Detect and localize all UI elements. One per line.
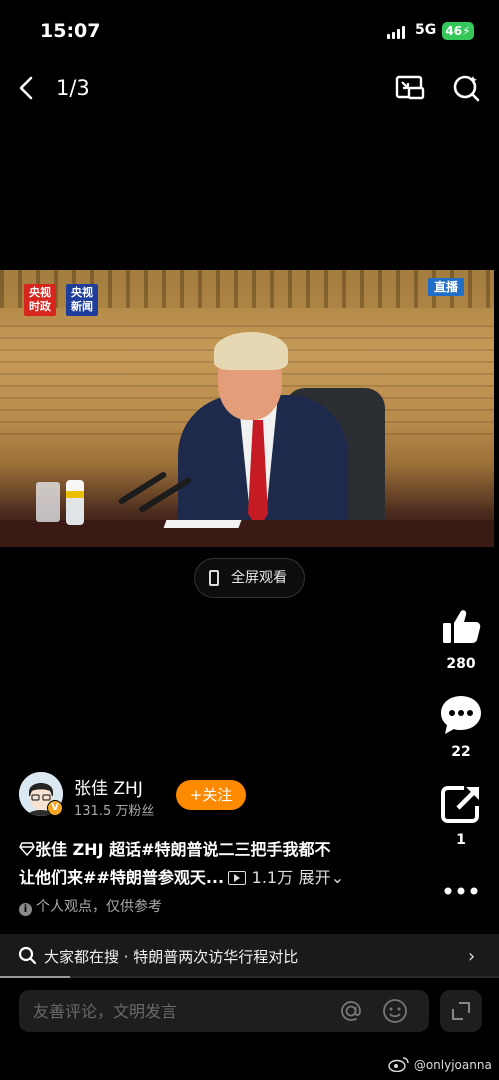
chevron-right-icon: ›	[468, 946, 476, 967]
progress-fill	[0, 976, 70, 978]
comment-bubble-icon	[441, 696, 481, 734]
battery-level: 46	[445, 24, 463, 38]
signal-icon	[387, 26, 409, 39]
weibo-logo-icon	[388, 1057, 409, 1073]
share-count: 1	[456, 832, 466, 848]
mention-icon[interactable]	[338, 998, 364, 1024]
live-badge: 直播	[428, 278, 464, 296]
video-progress-bar[interactable]	[0, 976, 499, 978]
disclaimer: i 个人观点，仅供参考	[19, 896, 162, 916]
status-time: 15:07	[40, 20, 101, 42]
like-count: 280	[446, 656, 476, 672]
fullscreen-label: 全屏观看	[231, 570, 287, 586]
follow-button[interactable]: +关注	[176, 780, 246, 810]
cctv-politics-logo: 央视 时政	[24, 284, 56, 316]
fullscreen-button[interactable]: 全屏观看	[194, 558, 305, 598]
like-button[interactable]: 280	[438, 606, 484, 672]
more-button[interactable]	[438, 878, 484, 908]
caption-text-2: 让他们来##特朗普参观天...	[19, 868, 225, 887]
thumbs-up-icon	[443, 610, 481, 643]
watermark-text: @onlyjoanna	[413, 1058, 492, 1072]
verified-badge: V	[47, 800, 63, 816]
comment-count: 22	[451, 744, 471, 760]
paper	[163, 520, 242, 528]
caption-text-1: 张佳 ZHJ 超话#特朗普说二三把手我都不	[35, 840, 331, 859]
speaker-hair	[214, 332, 288, 370]
expand-link[interactable]: 展开	[299, 868, 331, 887]
rotate-phone-icon	[209, 570, 219, 586]
chevron-down-icon: ⌄	[330, 868, 345, 887]
post-caption[interactable]: 张佳 ZHJ 超话#特朗普说二三把手我都不 让他们来##特朗普参观天... 1.…	[19, 836, 389, 892]
emoji-icon[interactable]	[381, 997, 409, 1025]
network-type: 5G	[415, 22, 437, 38]
video-player[interactable]: 央视 时政 央视 新闻 直播	[0, 270, 494, 547]
comment-button[interactable]: 22	[438, 694, 484, 760]
water-bottle	[66, 480, 84, 525]
more-icon	[444, 887, 478, 895]
search-suggestion-text: 大家都在搜 · 特朗普两次访华行程对比	[44, 948, 299, 966]
expand-icon	[452, 1002, 470, 1020]
top-nav: 1/3	[0, 68, 499, 108]
share-button[interactable]: 1	[438, 784, 484, 848]
status-bar: 15:07 5G 46⚡	[0, 0, 499, 60]
diamond-icon	[19, 842, 35, 857]
view-count: 1.1万	[251, 868, 294, 887]
comment-box[interactable]	[19, 990, 429, 1032]
caption-line-1: 张佳 ZHJ 超话#特朗普说二三把手我都不	[19, 836, 389, 864]
comment-input[interactable]	[33, 999, 333, 1023]
image-counter: 1/3	[56, 76, 90, 100]
disclaimer-text: 个人观点，仅供参考	[36, 899, 162, 915]
weibo-watermark: @onlyjoanna	[388, 1056, 492, 1073]
search-icon	[18, 946, 37, 965]
caption-line-2: 让他们来##特朗普参观天... 1.1万 展开⌄	[19, 864, 389, 892]
back-icon[interactable]	[14, 74, 40, 102]
search-icon[interactable]	[450, 72, 482, 104]
fan-count: 131.5 万粉丝	[74, 804, 155, 819]
pip-icon[interactable]	[394, 72, 426, 104]
water-glass	[36, 482, 60, 522]
battery-icon: 46⚡	[442, 22, 474, 40]
expand-comment-button[interactable]	[440, 990, 482, 1032]
author-name[interactable]: 张佳 ZHJ	[74, 774, 143, 799]
search-suggestion-bar[interactable]: 大家都在搜 · 特朗普两次访华行程对比 ›	[0, 934, 499, 978]
cctv-news-logo: 央视 新闻	[66, 284, 98, 316]
share-icon	[441, 786, 479, 823]
logo-text: 央视 新闻	[71, 286, 93, 313]
info-icon: i	[19, 903, 32, 916]
logo-text: 央视 时政	[29, 286, 51, 313]
play-icon	[228, 871, 247, 885]
